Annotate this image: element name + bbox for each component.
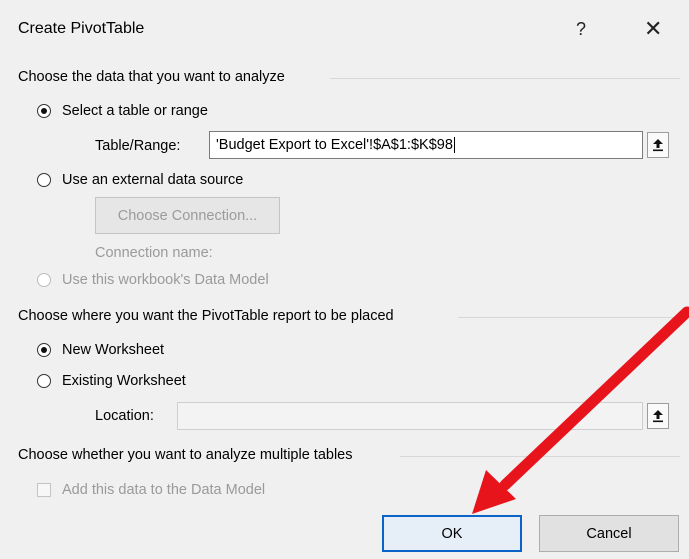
source-section-header: Choose the data that you want to analyze	[18, 69, 285, 85]
data-model-label: Use this workbook's Data Model	[62, 272, 269, 288]
ok-button[interactable]: OK	[382, 515, 522, 552]
location-picker-button[interactable]	[647, 403, 669, 429]
table-range-value: 'Budget Export to Excel'!$A$1:$K$98	[216, 137, 453, 153]
section-divider	[330, 78, 680, 79]
section-divider	[400, 456, 680, 457]
location-input[interactable]	[177, 402, 643, 430]
dialog-title: Create PivotTable	[18, 20, 145, 37]
upload-arrow-icon	[653, 139, 663, 152]
table-range-input[interactable]: 'Budget Export to Excel'!$A$1:$K$98	[209, 131, 643, 159]
cancel-button[interactable]: Cancel	[539, 515, 679, 552]
new-worksheet-radio[interactable]	[37, 343, 51, 357]
text-caret	[453, 137, 455, 154]
select-range-label: Select a table or range	[62, 103, 208, 119]
select-range-radio[interactable]	[37, 104, 51, 118]
connection-name-label: Connection name:	[95, 245, 213, 261]
multi-section-header: Choose whether you want to analyze multi…	[18, 447, 353, 463]
external-source-label: Use an external data source	[62, 172, 244, 188]
new-worksheet-label: New Worksheet	[62, 342, 165, 358]
external-source-radio[interactable]	[37, 173, 51, 187]
help-button[interactable]: ?	[576, 19, 586, 40]
choose-connection-button[interactable]: Choose Connection...	[95, 197, 280, 234]
add-to-data-model-label: Add this data to the Data Model	[62, 482, 266, 498]
placement-section-header: Choose where you want the PivotTable rep…	[18, 308, 394, 324]
location-label: Location:	[95, 408, 154, 424]
upload-arrow-icon	[653, 410, 663, 423]
range-picker-button[interactable]	[647, 132, 669, 158]
existing-worksheet-radio[interactable]	[37, 374, 51, 388]
existing-worksheet-label: Existing Worksheet	[62, 373, 186, 389]
add-to-data-model-checkbox[interactable]	[37, 483, 51, 497]
close-button[interactable]: ✕	[644, 16, 662, 42]
section-divider	[458, 317, 680, 318]
table-range-label: Table/Range:	[95, 138, 181, 154]
data-model-radio[interactable]	[37, 273, 51, 287]
